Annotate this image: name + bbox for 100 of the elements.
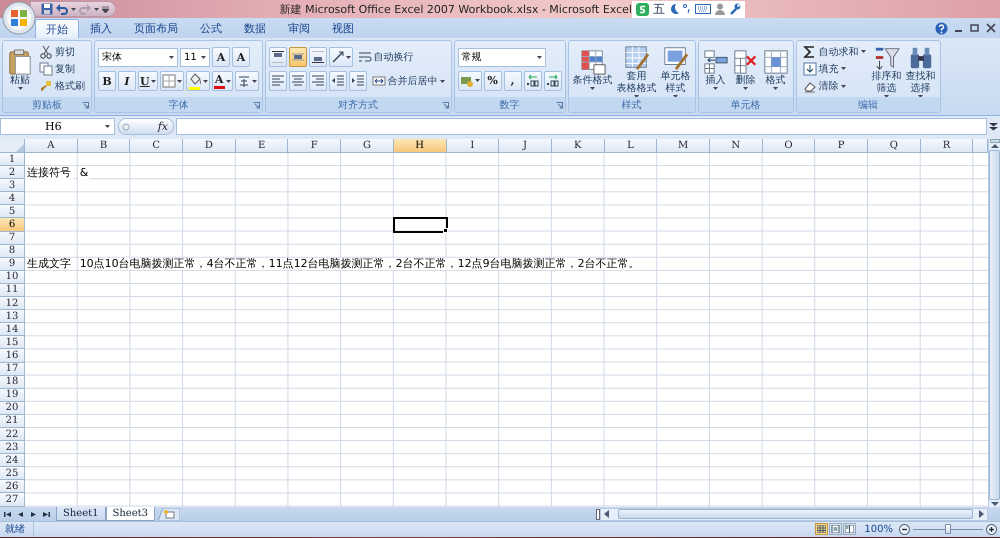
row-header[interactable]: 19	[0, 388, 25, 402]
column-header[interactable]: E	[236, 139, 288, 153]
column-header[interactable]: L	[604, 139, 658, 153]
column-header[interactable]: N	[710, 139, 763, 153]
row-header[interactable]: 2	[0, 166, 25, 180]
ribbon-tab[interactable]: 公式	[189, 19, 233, 38]
column-header[interactable]: P	[815, 139, 868, 153]
font-color-button[interactable]: A	[212, 71, 233, 91]
row-header[interactable]: 25	[0, 467, 25, 480]
column-header[interactable]: H	[394, 139, 446, 153]
row-header[interactable]: 20	[0, 402, 25, 415]
cut-button[interactable]: 剪切	[36, 43, 88, 60]
column-header[interactable]: C	[130, 139, 184, 153]
zoom-out-icon[interactable]	[899, 524, 910, 534]
delete-button[interactable]: 删除	[732, 46, 760, 92]
orientation-button[interactable]	[328, 47, 353, 67]
vertical-scrollbar[interactable]	[988, 139, 1000, 507]
clear-button[interactable]: 清除	[800, 78, 869, 95]
middle-align-button[interactable]	[288, 47, 307, 67]
row-header[interactable]: 22	[0, 428, 25, 442]
zoom-level[interactable]: 100%	[864, 524, 893, 534]
row-header[interactable]: 8	[0, 244, 25, 258]
row-header[interactable]: 4	[0, 192, 25, 206]
wrap-text-button[interactable]: 自动换行	[354, 48, 417, 66]
name-box[interactable]: H6	[0, 118, 115, 135]
bold-button[interactable]: B	[98, 71, 116, 91]
shrink-font-button[interactable]: A	[232, 47, 250, 67]
row-header[interactable]: 6	[0, 218, 25, 232]
align-center-button[interactable]	[288, 71, 307, 91]
dialog-launcher-icon[interactable]	[82, 102, 89, 109]
percent-button[interactable]: %	[484, 70, 502, 90]
column-header[interactable]: F	[288, 139, 342, 153]
restore-icon[interactable]	[970, 23, 980, 33]
sort-filter-button[interactable]: 排序和 筛选	[870, 43, 903, 100]
user-icon[interactable]	[715, 3, 725, 15]
moon-icon[interactable]	[669, 3, 679, 15]
number-format-field[interactable]: 常规	[458, 48, 546, 66]
next-sheet-icon[interactable]	[30, 510, 37, 518]
column-header[interactable]: G	[341, 139, 394, 153]
split-handle-icon[interactable]	[596, 508, 600, 520]
dialog-launcher-icon[interactable]	[556, 102, 563, 109]
ribbon-tab[interactable]: 审阅	[277, 19, 321, 38]
normal-view-button[interactable]	[815, 523, 828, 535]
zoom-in-icon[interactable]	[986, 524, 997, 534]
row-header[interactable]: 3	[0, 179, 25, 192]
ribbon-tab[interactable]: 页面布局	[123, 19, 189, 38]
page-layout-view-button[interactable]	[829, 523, 842, 535]
column-header[interactable]: I	[446, 139, 500, 153]
sheet-tab[interactable]: Sheet1	[56, 507, 106, 521]
find-select-button[interactable]: 查找和 选择	[904, 43, 937, 100]
italic-button[interactable]: I	[118, 71, 136, 91]
insert-function-button[interactable]: fx	[156, 119, 169, 134]
column-header[interactable]: A	[25, 139, 78, 153]
merge-center-button[interactable]: 合并后居中	[368, 72, 448, 90]
keyboard-icon[interactable]	[695, 4, 711, 14]
help-icon[interactable]	[935, 22, 948, 34]
row-header[interactable]: 12	[0, 297, 25, 310]
align-right-button[interactable]	[308, 71, 327, 91]
column-header[interactable]: R	[920, 139, 974, 153]
font-size-field[interactable]: 11	[180, 48, 210, 66]
copy-button[interactable]: 复制	[36, 60, 88, 78]
customize-toolbar-icon[interactable]	[102, 6, 109, 12]
row-header[interactable]: 24	[0, 454, 25, 468]
formula-input[interactable]	[176, 118, 987, 135]
page-break-view-button[interactable]	[843, 523, 856, 535]
undo-icon[interactable]	[56, 3, 68, 15]
column-header[interactable]: B	[78, 139, 130, 153]
punctuation-icon[interactable]	[683, 4, 691, 14]
column-header[interactable]: M	[657, 139, 710, 153]
column-header[interactable]: K	[552, 139, 605, 153]
save-icon[interactable]	[41, 3, 53, 15]
row-header[interactable]: 27	[0, 493, 25, 507]
format-button[interactable]: 格式	[762, 46, 790, 92]
previous-sheet-icon[interactable]	[17, 510, 24, 518]
dialog-launcher-icon[interactable]	[252, 102, 260, 109]
slider-thumb[interactable]	[945, 524, 951, 534]
ime-mode-label[interactable]: 五	[653, 0, 665, 18]
decrease-indent-button[interactable]	[328, 71, 347, 91]
row-header[interactable]: 13	[0, 310, 25, 324]
decrease-decimal-button[interactable]	[544, 70, 562, 90]
row-header[interactable]: 17	[0, 362, 25, 376]
column-header[interactable]: J	[499, 139, 552, 153]
ribbon-tab[interactable]: 视图	[321, 19, 365, 38]
underline-button[interactable]: U	[138, 71, 158, 91]
first-sheet-icon[interactable]	[4, 510, 11, 518]
bottom-align-button[interactable]	[308, 47, 327, 67]
borders-button[interactable]	[160, 71, 184, 91]
row-header[interactable]: 15	[0, 336, 25, 350]
grow-font-button[interactable]: A	[212, 47, 230, 67]
font-name-field[interactable]: 宋体	[98, 48, 178, 66]
insert-sheet-icon[interactable]	[158, 508, 180, 520]
zoom-slider[interactable]	[913, 523, 983, 535]
row-header[interactable]: 26	[0, 480, 25, 494]
fill-color-button[interactable]	[186, 71, 210, 91]
insert-button[interactable]: 插入	[702, 46, 730, 92]
align-left-button[interactable]	[268, 71, 287, 91]
row-header[interactable]: 18	[0, 376, 25, 389]
comma-button[interactable]: ,	[504, 70, 522, 90]
top-align-button[interactable]	[268, 47, 287, 67]
accounting-format-button[interactable]	[458, 70, 482, 90]
